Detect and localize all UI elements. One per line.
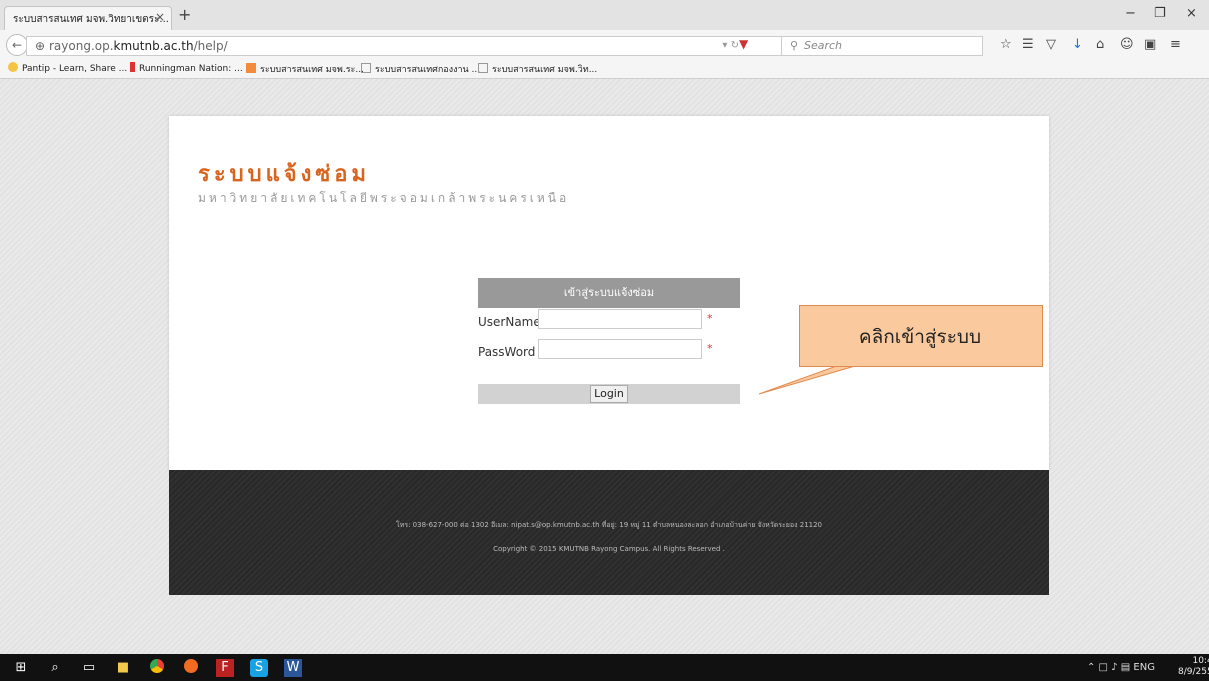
- clock-date: 8/9/2558: [1178, 667, 1209, 677]
- clock-time: 10:48: [1192, 656, 1209, 666]
- search-icon[interactable]: ⌕: [46, 659, 64, 677]
- language-indicator[interactable]: ENG: [1133, 662, 1155, 673]
- word-icon[interactable]: W: [284, 659, 302, 677]
- footer-copyright: Copyright © 2015 KMUTNB Rayong Campus. A…: [493, 545, 725, 553]
- task-view-icon[interactable]: ▭: [80, 659, 98, 677]
- tray-icons: ⌃ □ ♪ ▤: [1087, 662, 1131, 673]
- footer-contact: โทร: 038-627-000 ต่อ 1302 อีเมล: nipat.s…: [395, 521, 823, 529]
- callout-text: คลิกเข้าสู่ระบบ: [858, 326, 982, 348]
- chrome-icon[interactable]: [148, 659, 166, 677]
- skype-icon[interactable]: S: [250, 659, 268, 677]
- system-tray[interactable]: ⌃ □ ♪ ▤ ENG: [1087, 662, 1155, 673]
- windows-start-icon[interactable]: ⊞: [12, 659, 30, 677]
- clock[interactable]: 10:48 8/9/2558: [1178, 656, 1209, 678]
- footer: [169, 470, 1049, 595]
- filezilla-icon[interactable]: F: [216, 659, 234, 677]
- firefox-icon[interactable]: [182, 659, 200, 677]
- file-explorer-icon[interactable]: ■: [114, 659, 132, 677]
